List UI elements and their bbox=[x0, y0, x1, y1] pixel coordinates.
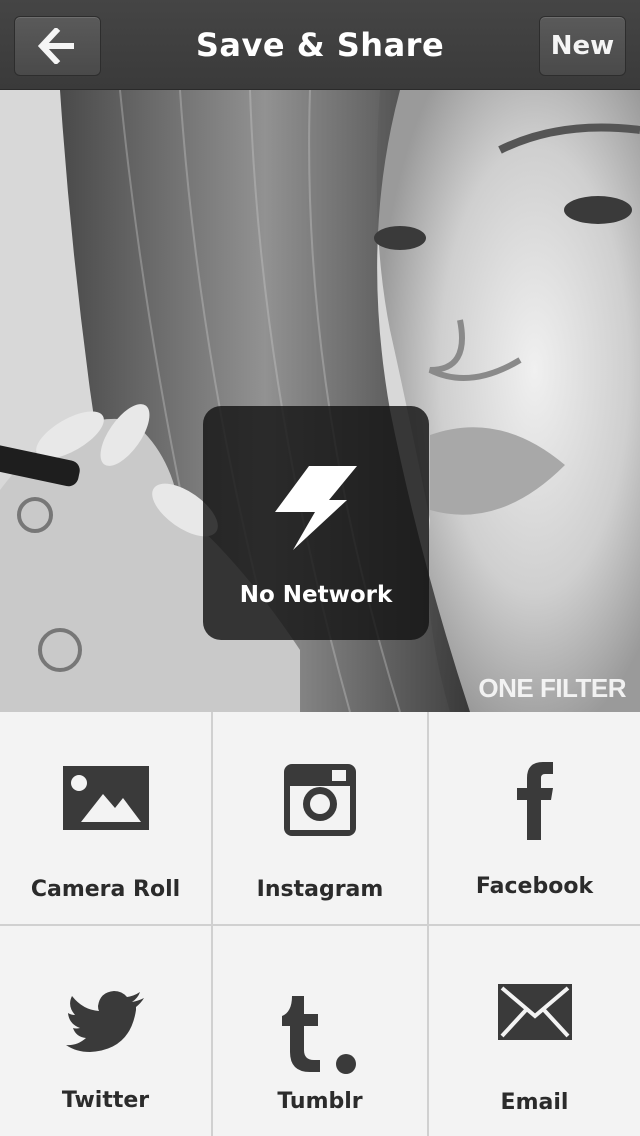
share-label: Camera Roll bbox=[30, 877, 181, 902]
share-facebook[interactable]: Facebook bbox=[429, 712, 640, 926]
share-email[interactable]: Email bbox=[429, 926, 640, 1136]
toast-label: No Network bbox=[239, 582, 393, 608]
share-tumblr[interactable]: Tumblr bbox=[213, 926, 429, 1136]
no-network-toast: No Network bbox=[203, 406, 429, 640]
share-twitter[interactable]: Twitter bbox=[0, 926, 213, 1136]
image-icon bbox=[62, 766, 149, 830]
arrow-left-icon bbox=[37, 28, 74, 64]
share-instagram[interactable]: Instagram bbox=[213, 712, 429, 926]
share-label: Twitter bbox=[61, 1088, 150, 1113]
share-label: Tumblr bbox=[277, 1089, 363, 1114]
watermark-logo: ONE FILTER bbox=[478, 673, 626, 703]
share-label: Instagram bbox=[256, 877, 384, 902]
envelope-icon bbox=[497, 984, 572, 1040]
back-button[interactable] bbox=[14, 16, 101, 76]
share-grid: Camera Roll Instagram Facebook Twitter T… bbox=[0, 712, 640, 1136]
share-label: Email bbox=[500, 1090, 569, 1115]
share-camera-roll[interactable]: Camera Roll bbox=[0, 712, 213, 926]
page-title: Save & Share bbox=[195, 26, 445, 64]
instagram-icon bbox=[284, 764, 356, 836]
twitter-bird-icon bbox=[65, 991, 144, 1052]
share-label: Facebook bbox=[475, 874, 594, 899]
new-button[interactable]: New bbox=[539, 16, 626, 76]
lightning-bolt-icon bbox=[275, 466, 357, 550]
tumblr-icon bbox=[282, 996, 356, 1074]
facebook-icon bbox=[516, 762, 553, 840]
navigation-bar: Save & Share New bbox=[0, 0, 640, 90]
